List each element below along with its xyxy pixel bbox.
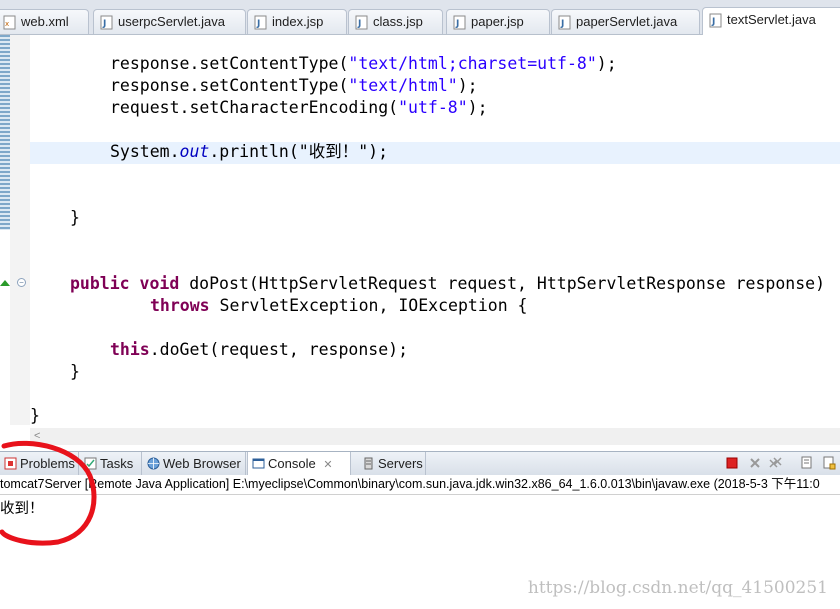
code-line: this.doGet(request, response); — [110, 340, 409, 359]
code-line: public void doPost(HttpServletRequest re… — [70, 274, 825, 293]
tab-paperservlet-java[interactable]: J paperServlet.java — [551, 9, 700, 34]
code-line: request.setCharacterEncoding("utf-8"); — [110, 98, 488, 117]
svg-text:x: x — [5, 20, 9, 28]
remove-all-icon[interactable] — [768, 456, 782, 470]
terminate-icon[interactable] — [725, 456, 739, 470]
svg-text:J: J — [357, 19, 361, 29]
tab-web-xml[interactable]: x web.xml — [0, 9, 89, 34]
xml-file-icon: x — [3, 15, 16, 30]
tab-index-jsp[interactable]: J index.jsp — [247, 9, 347, 34]
code-line: } — [70, 208, 80, 227]
clear-console-icon[interactable] — [800, 456, 814, 470]
horizontal-scrollbar[interactable] — [30, 428, 840, 445]
globe-icon — [147, 457, 160, 470]
close-icon[interactable]: ✕ — [323, 459, 332, 471]
override-indicator-icon — [0, 280, 10, 286]
red-annotation-circle — [0, 440, 97, 546]
code-line: response.setContentType("text/html;chars… — [110, 54, 617, 73]
svg-text:J: J — [711, 17, 715, 27]
editor-tab-bar: x web.xml J userpcServlet.java J index.j… — [0, 0, 840, 35]
tab-userpcservlet-java[interactable]: J userpcServlet.java — [93, 9, 246, 34]
code-line-current: System.out.println("收到！"); — [110, 142, 388, 161]
tab-console[interactable]: Console ✕ — [247, 452, 351, 475]
panel-tab-bar: Problems Tasks Web Browser Console ✕ Ser… — [0, 451, 840, 476]
scroll-lock-icon[interactable] — [822, 456, 836, 470]
svg-text:J: J — [256, 19, 260, 29]
jsp-file-icon: J — [453, 15, 466, 30]
jsp-file-icon: J — [254, 15, 267, 30]
fold-collapse-icon[interactable]: − — [17, 278, 26, 287]
tab-web-browser[interactable]: Web Browser — [143, 452, 246, 475]
tab-servers[interactable]: Servers — [358, 452, 426, 475]
remove-launch-icon[interactable] — [748, 456, 762, 470]
svg-text:J: J — [102, 19, 106, 29]
tab-class-jsp[interactable]: J class.jsp — [348, 9, 443, 34]
svg-text:J: J — [455, 19, 459, 29]
watermark-text: https://blog.csdn.net/qq_41500251 — [527, 578, 828, 598]
servers-icon — [364, 457, 373, 470]
java-file-icon: J — [100, 15, 113, 30]
svg-text:J: J — [560, 19, 564, 29]
java-file-icon: J — [558, 15, 571, 30]
console-process-label: tomcat7Server [Remote Java Application] … — [0, 475, 840, 495]
code-line: throws ServletException, IOException { — [150, 296, 528, 315]
jsp-file-icon: J — [355, 15, 368, 30]
console-icon — [252, 458, 265, 469]
java-file-icon: J — [709, 13, 722, 28]
overview-ruler — [0, 35, 10, 230]
tab-paper-jsp[interactable]: J paper.jsp — [446, 9, 550, 34]
tab-textservlet-java[interactable]: J textServlet.java — [702, 7, 840, 35]
editor-gutter — [10, 35, 30, 425]
code-line: response.setContentType("text/html"); — [110, 76, 478, 95]
code-line: } — [30, 406, 40, 425]
code-editor[interactable]: − response.setContentType("text/html;cha… — [0, 35, 840, 445]
code-line: } — [70, 362, 80, 381]
